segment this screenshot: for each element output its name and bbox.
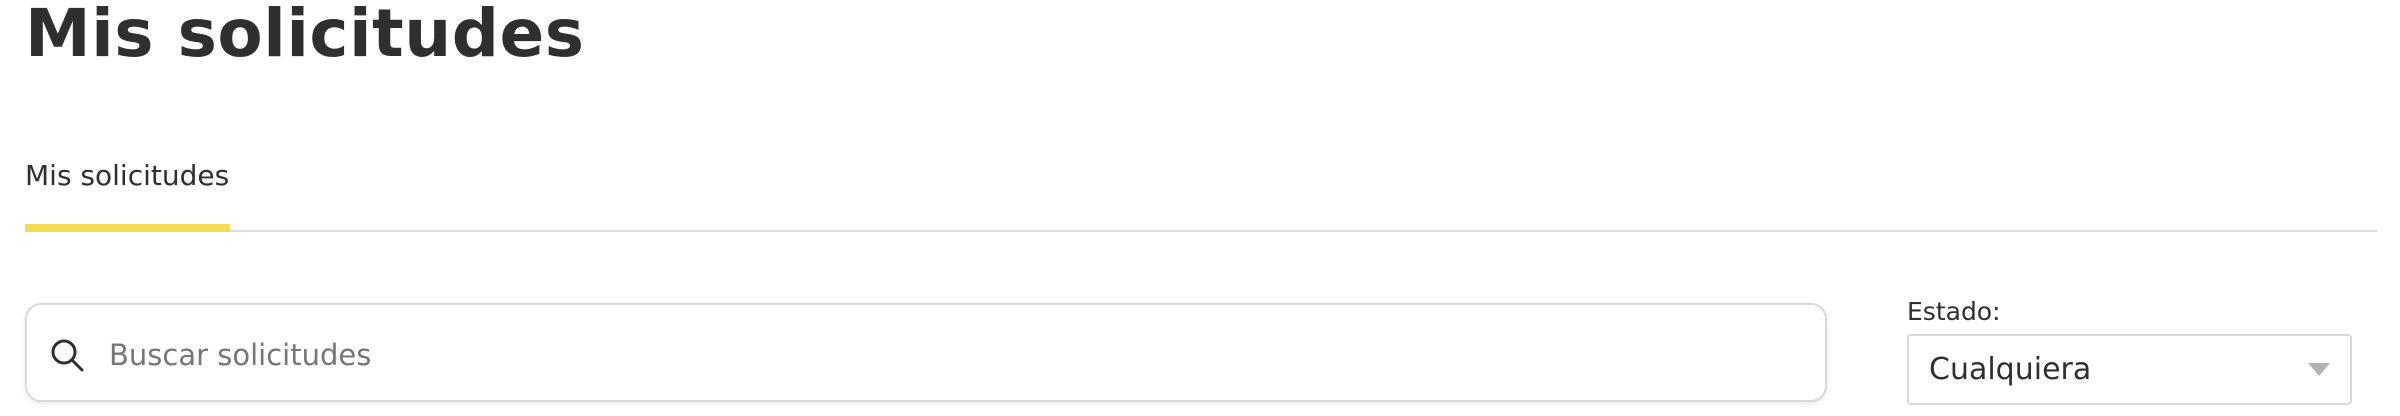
tab-bar: Mis solicitudes	[25, 152, 2377, 232]
status-select-value: Cualquiera	[1929, 352, 2092, 387]
tab-mis-solicitudes[interactable]: Mis solicitudes	[25, 152, 230, 232]
page-title: Mis solicitudes	[25, 0, 585, 72]
search-icon	[51, 339, 84, 372]
search-input[interactable]	[107, 325, 1791, 385]
search-box	[25, 303, 1827, 402]
page: Mis solicitudes Mis solicitudes Estado: …	[0, 0, 2400, 416]
tab-label: Mis solicitudes	[25, 159, 230, 192]
status-select[interactable]: Cualquiera	[1907, 334, 2352, 405]
chevron-down-icon	[2308, 363, 2330, 376]
status-filter: Estado: Cualquiera	[1907, 294, 2352, 405]
active-tab-indicator	[25, 224, 230, 232]
status-filter-label: Estado:	[1907, 297, 2001, 326]
